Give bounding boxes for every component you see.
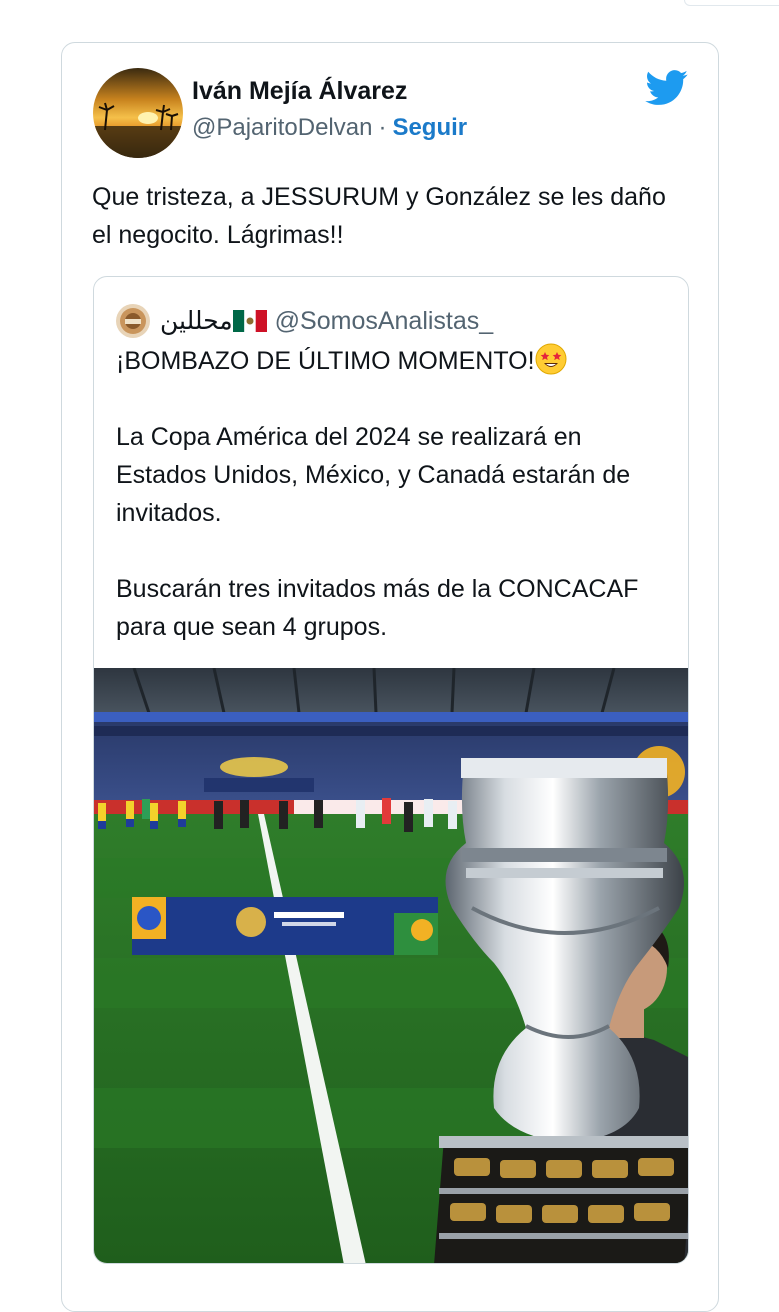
mexico-flag-icon: [232, 310, 267, 332]
quoted-tweet-body: ¡BOMBAZO DE ÚLTIMO MOMENTO! La Copa Amér…: [116, 342, 676, 646]
follow-button[interactable]: Seguir: [392, 114, 467, 141]
author-name[interactable]: Iván Mejía Álvarez: [192, 77, 407, 106]
quoted-headline-line: ¡BOMBAZO DE ÚLTIMO MOMENTO!: [116, 342, 676, 380]
previous-card-edge: [684, 0, 779, 6]
embedded-tweet-card[interactable]: Iván Mejía Álvarez @PajaritoDelvan · Segui…: [61, 42, 719, 1312]
author-avatar[interactable]: [93, 68, 183, 158]
quoted-tweet-card[interactable]: محللين @SomosAnalistas_ ¡BOMBAZO DE ÚLTI…: [93, 276, 689, 1264]
star-struck-emoji-icon: [535, 343, 567, 375]
tweet-body: Que tristeza, a JESSURUM y González se l…: [92, 183, 666, 249]
meta-separator: ·: [378, 114, 387, 141]
quoted-tweet-header: محللين @SomosAnalistas_: [116, 301, 493, 341]
stadium-trophy-photo: [94, 668, 688, 1263]
quoted-author-handle[interactable]: @SomosAnalistas_: [275, 307, 494, 336]
quoted-author-name[interactable]: محللين: [160, 306, 233, 336]
quoted-headline: ¡BOMBAZO DE ÚLTIMO MOMENTO!: [116, 347, 535, 375]
author-meta: @PajaritoDelvan · Seguir: [192, 114, 467, 142]
author-handle[interactable]: @PajaritoDelvan: [192, 114, 372, 141]
tweet-photo[interactable]: [94, 668, 688, 1263]
quoted-paragraph-2: Buscarán tres invitados más de la CONCAC…: [116, 575, 639, 641]
quoted-author-avatar[interactable]: [116, 304, 150, 338]
quoted-paragraph-1: La Copa América del 2024 se realizará en…: [116, 423, 631, 527]
twitter-bird-icon[interactable]: [645, 70, 689, 106]
